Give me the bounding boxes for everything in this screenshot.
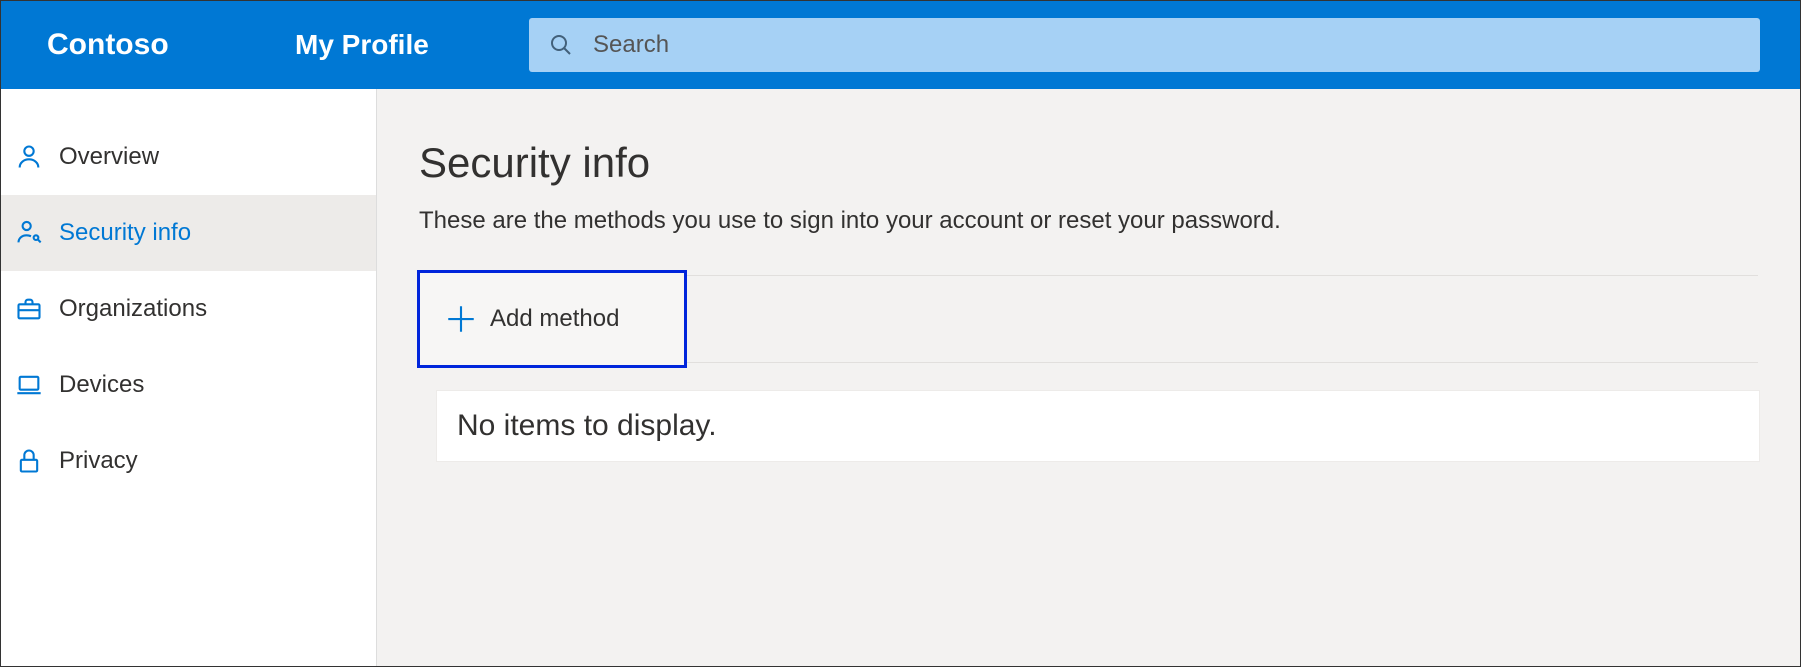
sidebar: Overview Security info Or xyxy=(1,89,377,666)
toolbar-remainder xyxy=(687,275,1758,363)
search-icon xyxy=(549,33,573,57)
main-content: Security info These are the methods you … xyxy=(377,89,1800,666)
person-icon xyxy=(15,143,43,171)
person-key-icon xyxy=(15,219,43,247)
lock-icon xyxy=(15,447,43,475)
sidebar-item-label: Devices xyxy=(59,371,144,399)
page-title: Security info xyxy=(419,139,1760,187)
content-wrapper: Overview Security info Or xyxy=(1,89,1800,666)
plus-icon xyxy=(444,302,478,336)
sidebar-item-privacy[interactable]: Privacy xyxy=(1,423,376,499)
sidebar-item-overview[interactable]: Overview xyxy=(1,119,376,195)
sidebar-item-label: Privacy xyxy=(59,447,138,475)
add-method-label: Add method xyxy=(490,305,619,333)
sidebar-item-label: Security info xyxy=(59,219,191,247)
page-subtitle: These are the methods you use to sign in… xyxy=(419,207,1760,235)
sidebar-item-label: Overview xyxy=(59,143,159,171)
sidebar-item-devices[interactable]: Devices xyxy=(1,347,376,423)
search-box[interactable] xyxy=(529,18,1760,72)
sidebar-item-security-info[interactable]: Security info xyxy=(1,195,376,271)
laptop-icon xyxy=(15,371,43,399)
brand-name: Contoso xyxy=(47,28,295,62)
header: Contoso My Profile xyxy=(1,1,1800,89)
toolbar: Add method xyxy=(417,270,1758,368)
no-items-message: No items to display. xyxy=(436,390,1760,462)
briefcase-icon xyxy=(15,295,43,323)
sidebar-item-label: Organizations xyxy=(59,295,207,323)
search-container xyxy=(529,18,1760,72)
app-name: My Profile xyxy=(295,29,529,61)
add-method-button[interactable]: Add method xyxy=(417,270,687,368)
search-input[interactable] xyxy=(593,31,1740,59)
sidebar-item-organizations[interactable]: Organizations xyxy=(1,271,376,347)
